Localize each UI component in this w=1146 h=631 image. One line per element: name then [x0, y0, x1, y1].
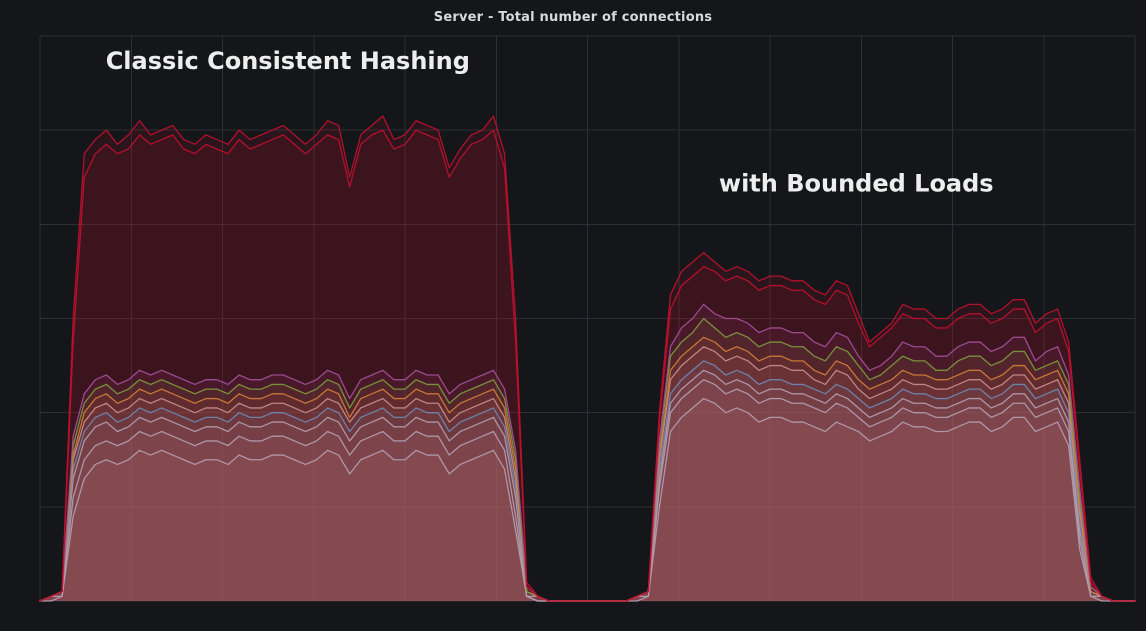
chart-svg: 020406080100120Classic Consistent Hashin… — [35, 30, 1141, 623]
chart-title: Server - Total number of connections — [0, 0, 1146, 25]
chart-plot-area: 020406080100120Classic Consistent Hashin… — [35, 30, 1141, 623]
annotation-left: Classic Consistent Hashing — [106, 47, 470, 75]
annotation-right: with Bounded Loads — [719, 169, 994, 197]
